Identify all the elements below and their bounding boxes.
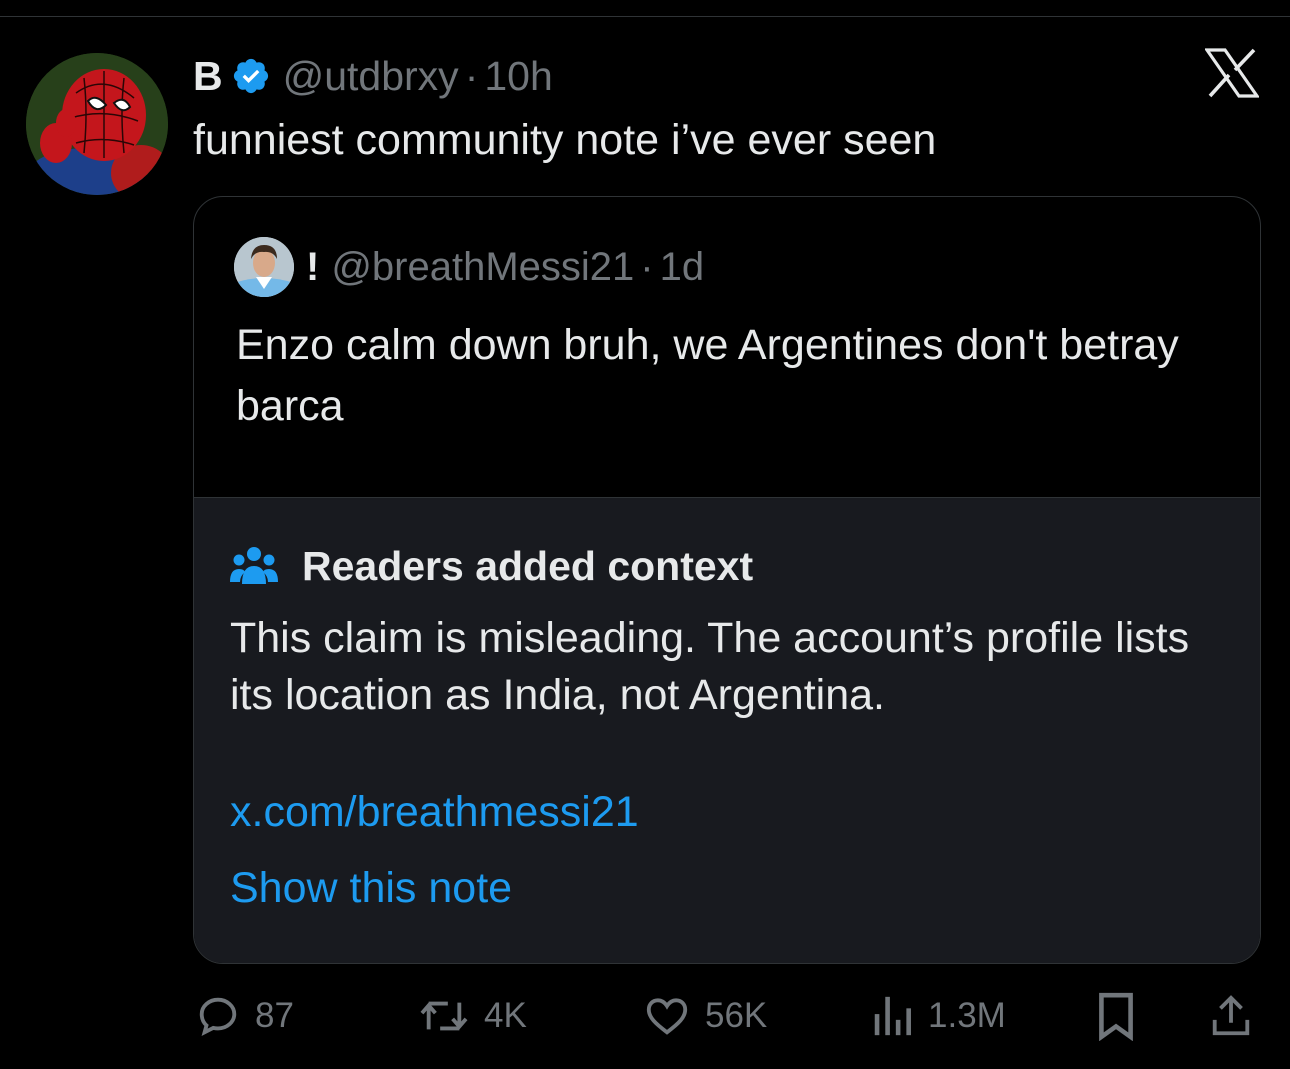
spiderman-avatar-icon	[26, 53, 168, 195]
people-icon	[230, 547, 278, 584]
views-button[interactable]: 1.3M	[870, 990, 1006, 1042]
separator-dot: ·	[464, 53, 479, 99]
post-header: B @utdbrxy · 10h	[193, 48, 553, 104]
repost-button[interactable]: 4K	[418, 990, 527, 1042]
like-button[interactable]: 56K	[643, 990, 767, 1042]
community-note-link[interactable]: x.com/breathmessi21	[230, 782, 639, 842]
community-note-title: Readers added context	[302, 542, 754, 589]
verified-badge-icon	[233, 58, 268, 94]
quoted-display-name[interactable]: !	[306, 245, 319, 290]
views-icon	[874, 996, 911, 1036]
community-note-panel: Readers added context This claim is misl…	[194, 497, 1260, 963]
quoted-post-text: Enzo calm down bruh, we Argentines don't…	[236, 321, 1179, 430]
author-avatar[interactable]	[26, 53, 168, 195]
bookmark-icon	[1099, 992, 1133, 1041]
reply-button[interactable]: 87	[195, 990, 294, 1042]
community-note-body: This claim is misleading. The account’s …	[230, 614, 1190, 719]
reply-count: 87	[255, 996, 294, 1035]
player-avatar-icon	[234, 237, 294, 297]
quoted-handle[interactable]: @breathMessi21	[331, 245, 634, 290]
show-note-link[interactable]: Show this note	[230, 858, 512, 918]
like-count: 56K	[705, 996, 768, 1035]
quoted-time[interactable]: 1d	[660, 245, 705, 290]
reply-icon	[199, 997, 237, 1036]
community-note-header: Readers added context	[230, 536, 753, 596]
quoted-post-header: ! @breathMessi21 · 1d	[306, 237, 704, 297]
quoted-separator-dot: ·	[640, 244, 654, 289]
quoted-post-card[interactable]: ! @breathMessi21 · 1d Enzo calm down bru…	[193, 196, 1261, 964]
quoted-author-avatar[interactable]	[234, 237, 294, 297]
repost-count: 4K	[484, 996, 527, 1035]
views-count: 1.3M	[928, 996, 1006, 1035]
bookmark-button[interactable]	[1095, 990, 1137, 1042]
x-logo-icon	[1205, 48, 1259, 98]
post-time[interactable]: 10h	[484, 48, 552, 104]
author-handle[interactable]: @utdbrxy	[283, 48, 459, 104]
repost-icon	[420, 1001, 468, 1031]
top-divider	[0, 16, 1290, 17]
heart-icon	[646, 998, 688, 1035]
display-name[interactable]: B	[193, 48, 223, 104]
share-button[interactable]	[1208, 990, 1254, 1042]
post-text: funniest community note i’ve ever seen	[193, 116, 937, 164]
share-icon	[1212, 995, 1250, 1036]
